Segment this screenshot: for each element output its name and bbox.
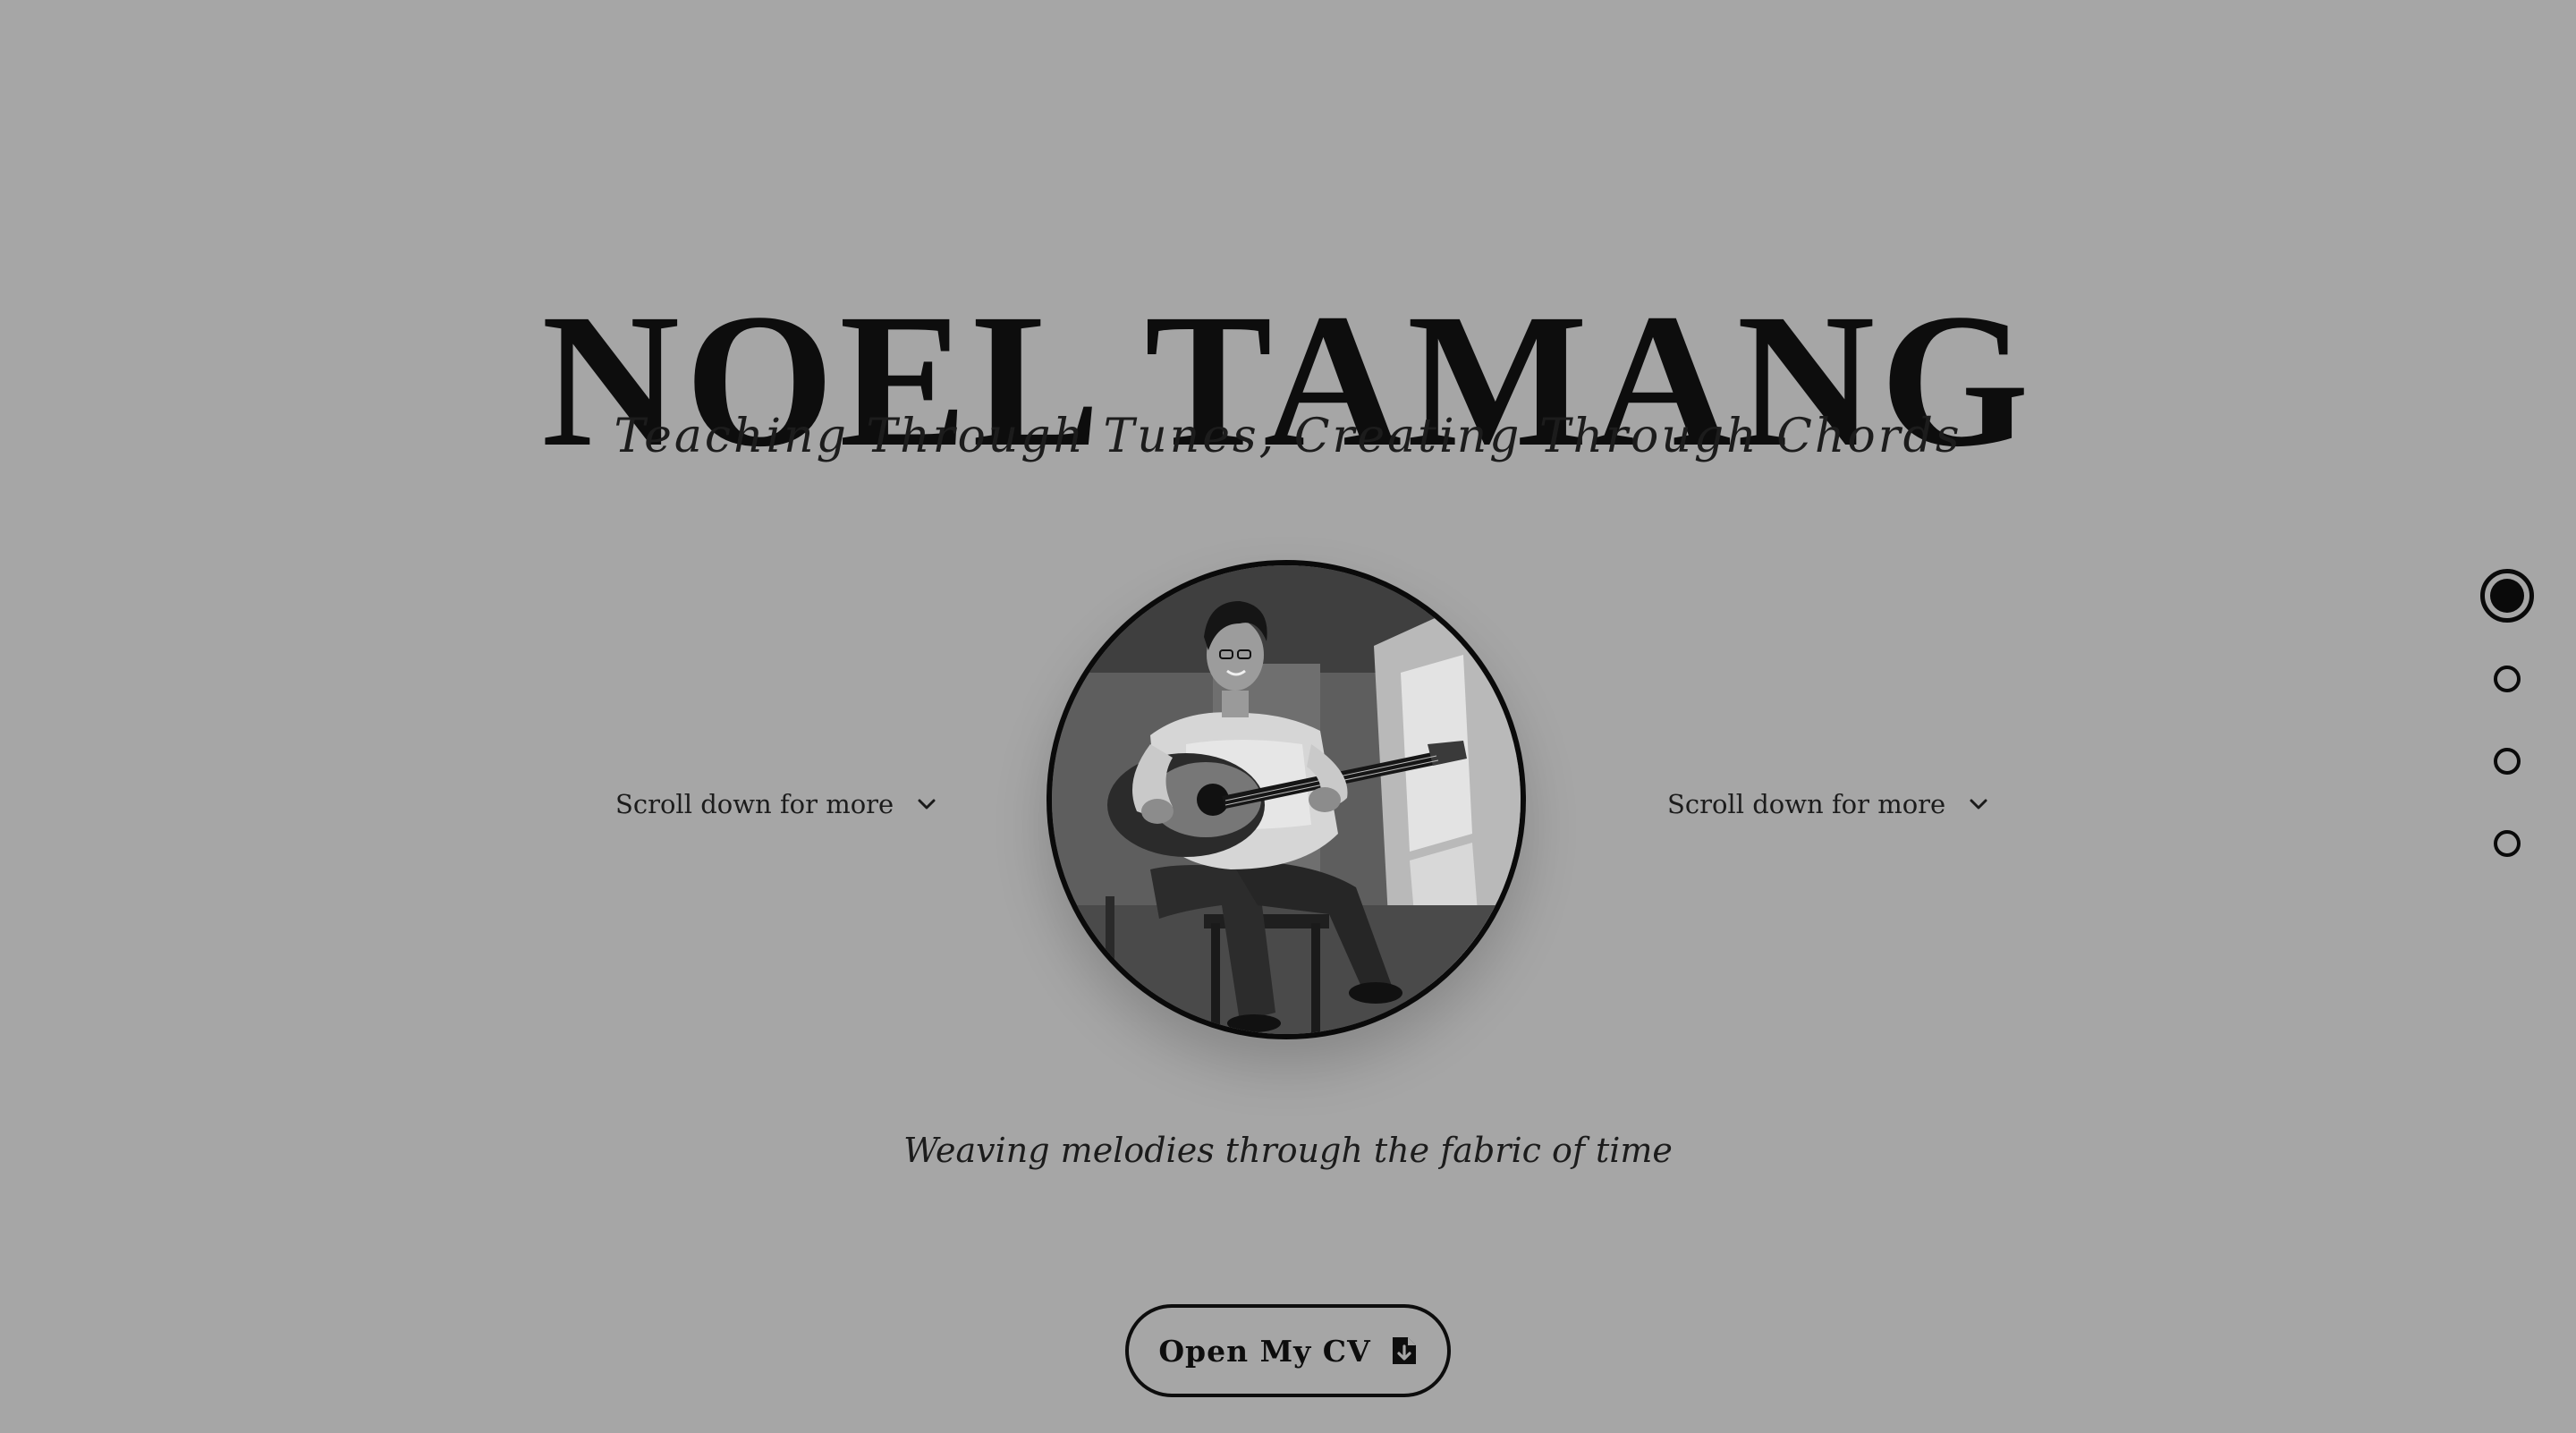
section-nav-dot-4[interactable] [2494,830,2521,857]
portrait-photo [1046,560,1526,1039]
section-nav-dot-2[interactable] [2494,666,2521,692]
scroll-hint-label: Scroll down for more [1667,789,1946,819]
open-cv-button[interactable]: Open My CV [1125,1304,1451,1397]
open-cv-label: Open My CV [1158,1333,1371,1369]
scroll-hint-left[interactable]: Scroll down for more [615,782,940,827]
scroll-hint-label: Scroll down for more [615,789,894,819]
file-download-icon [1392,1337,1416,1364]
section-nav-dot-3[interactable] [2494,748,2521,775]
section-nav-dot-1[interactable] [2480,569,2534,623]
scroll-hint-right[interactable]: Scroll down for more [1667,782,1992,827]
tagline: Teaching Through Tunes, Creating Through… [614,410,1962,463]
chevron-down-icon [1970,799,1987,810]
chevron-down-icon [918,799,936,810]
section-nav [2478,569,2537,864]
caption: Weaving melodies through the fabric of t… [903,1131,1673,1170]
